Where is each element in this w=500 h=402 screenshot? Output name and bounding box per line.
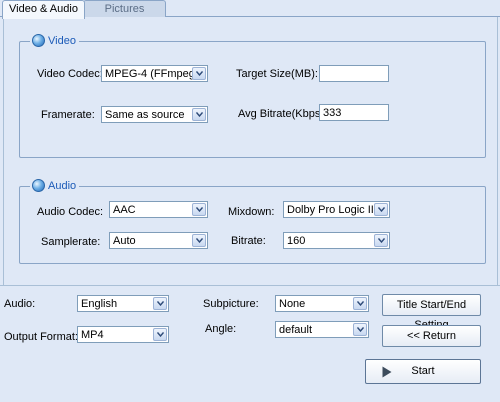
bitrate-label: Bitrate: xyxy=(231,235,266,247)
mixdown-select[interactable]: Dolby Pro Logic II xyxy=(283,201,390,218)
bitrate-value: 160 xyxy=(287,235,306,247)
subpicture-value: None xyxy=(279,298,306,310)
chevron-down-icon[interactable] xyxy=(153,328,167,341)
output-format-label: Output Format: xyxy=(4,331,78,343)
target-size-field[interactable] xyxy=(319,65,389,82)
start-button-label: Start xyxy=(411,365,435,377)
video-codec-select[interactable]: MPEG-4 (FFmpeg) xyxy=(101,65,208,82)
chevron-down-icon[interactable] xyxy=(353,297,367,310)
audio-track-select[interactable]: English xyxy=(77,295,169,312)
audio-group-title: Audio xyxy=(48,179,77,192)
chevron-down-icon[interactable] xyxy=(153,297,167,310)
avg-bitrate-value: 333 xyxy=(323,107,342,119)
globe-icon xyxy=(32,179,45,192)
audio-track-value: English xyxy=(81,298,118,310)
title-start-end-setting-button[interactable]: Title Start/End Setting xyxy=(382,294,481,331)
globe-icon xyxy=(32,34,45,47)
video-group: Video xyxy=(19,34,486,158)
subpicture-select[interactable]: None xyxy=(275,295,369,312)
chevron-down-icon[interactable] xyxy=(192,67,206,80)
samplerate-label: Samplerate: xyxy=(41,236,101,248)
video-group-legend: Video xyxy=(30,34,79,47)
framerate-select[interactable]: Same as source xyxy=(101,106,208,123)
avg-bitrate-label: Avg Bitrate(Kbps): xyxy=(238,108,328,120)
audio-group-legend: Audio xyxy=(30,179,80,192)
play-icon xyxy=(382,366,392,378)
audio-track-label: Audio: xyxy=(4,298,36,310)
chevron-down-icon[interactable] xyxy=(353,323,367,336)
output-format-select[interactable]: MP4 xyxy=(77,326,169,343)
return-button[interactable]: << Return xyxy=(382,325,481,347)
chevron-down-icon[interactable] xyxy=(192,108,206,121)
framerate-label: Framerate: xyxy=(41,109,95,121)
samplerate-value: Auto xyxy=(113,235,136,247)
video-codec-value: MPEG-4 (FFmpeg) xyxy=(105,68,199,80)
start-button[interactable]: Start xyxy=(365,359,481,384)
panel-divider xyxy=(0,285,500,286)
framerate-value: Same as source xyxy=(105,109,185,121)
audio-codec-label: Audio Codec: xyxy=(37,206,104,218)
mixdown-value: Dolby Pro Logic II xyxy=(287,204,374,216)
output-format-value: MP4 xyxy=(81,329,104,341)
angle-label: Angle: xyxy=(205,323,237,335)
audio-codec-value: AAC xyxy=(113,204,136,216)
avg-bitrate-field[interactable]: 333 xyxy=(319,104,389,121)
chevron-down-icon[interactable] xyxy=(374,203,388,216)
mixdown-label: Mixdown: xyxy=(228,206,275,218)
chevron-down-icon[interactable] xyxy=(192,234,206,247)
target-size-label: Target Size(MB): xyxy=(236,68,318,80)
angle-select[interactable]: default xyxy=(275,321,369,338)
angle-value: default xyxy=(279,324,313,336)
video-codec-label: Video Codec: xyxy=(37,68,103,80)
tab-pictures[interactable]: Pictures xyxy=(83,0,166,18)
bitrate-select[interactable]: 160 xyxy=(283,232,390,249)
subpicture-label: Subpicture: xyxy=(203,298,259,310)
video-group-title: Video xyxy=(48,34,76,47)
audio-group: Audio xyxy=(19,179,486,264)
samplerate-select[interactable]: Auto xyxy=(109,232,208,249)
chevron-down-icon[interactable] xyxy=(192,203,206,216)
audio-codec-select[interactable]: AAC xyxy=(109,201,208,218)
chevron-down-icon[interactable] xyxy=(374,234,388,247)
tab-video-audio[interactable]: Video & Audio xyxy=(2,0,85,19)
